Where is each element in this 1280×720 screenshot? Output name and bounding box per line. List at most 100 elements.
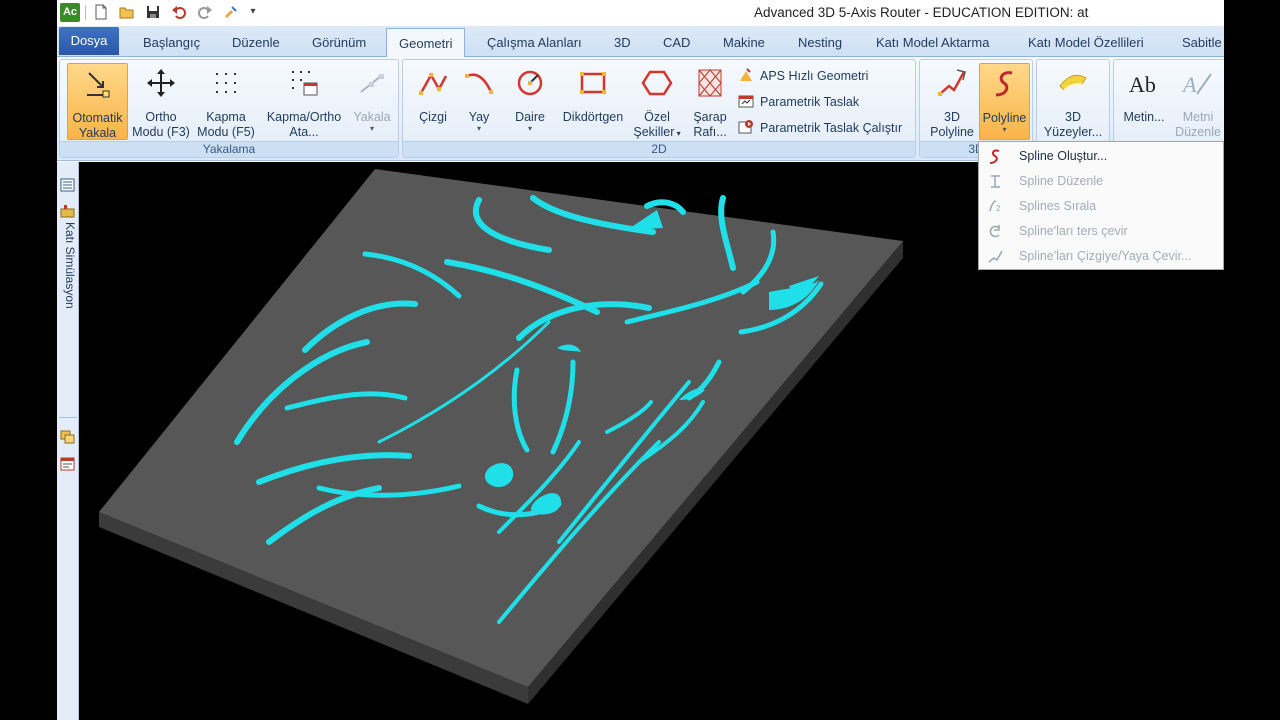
ribbon-tab-row: Dosya Başlangıç Düzenle Görünüm Geometri… [57, 26, 1224, 58]
tab-cad[interactable]: CAD [663, 28, 690, 57]
spline-reverse-icon [989, 225, 1000, 238]
spline-edit-icon [991, 175, 1000, 188]
arc-button[interactable]: Yay ▾ [459, 63, 499, 133]
app-logo: Ac [60, 3, 80, 22]
new-file-icon[interactable] [93, 4, 109, 20]
undo-icon[interactable] [171, 4, 187, 20]
rectangle-button[interactable]: Dikdörtgen [557, 63, 629, 125]
properties-list-icon[interactable] [60, 178, 75, 192]
special-shapes-label-1: Özel [644, 110, 670, 124]
special-shapes-arrow: ▾ [674, 129, 681, 138]
3d-polyline-label-2: Polyline [930, 125, 974, 139]
line-label: Çizgi [419, 110, 447, 124]
spline-sort-icon: 2 [989, 200, 1001, 213]
svg-text:A: A [1181, 72, 1197, 97]
tab-duzenle[interactable]: Düzenle [232, 28, 280, 57]
simulation-tool-icon[interactable] [60, 204, 75, 218]
redo-icon[interactable] [197, 4, 213, 20]
edit-text-icon: A [1181, 72, 1212, 97]
tab-sabitle[interactable]: Sabitle [1182, 28, 1222, 57]
line-button[interactable]: Çizgi [411, 63, 455, 125]
tab-gorunum[interactable]: Görünüm [312, 28, 366, 57]
run-parametric-sketch-icon [738, 120, 753, 134]
title-separator [85, 5, 86, 20]
spline-create-icon [989, 149, 1000, 164]
text-ab-icon: Ab [1129, 72, 1156, 97]
menu-item-spline-create[interactable]: Spline Oluştur... [979, 144, 1223, 169]
tab-kati-model-aktarma[interactable]: Katı Model Aktarma [876, 28, 989, 57]
solid-simulation-tab[interactable]: Katı Simülasyon [59, 222, 77, 309]
group-2d: Çizgi Yay ▾ Daire ▾ Dikdörtgen Özel Şeki… [402, 59, 916, 158]
3d-surfaces-button[interactable]: 3D Yüzeyler... [1041, 63, 1105, 140]
open-folder-icon[interactable] [119, 4, 135, 20]
wine-rack-label-1: Şarap [693, 110, 727, 124]
quick-access-more[interactable]: ▾ [245, 4, 261, 20]
edit-text-label-1: Metni [1182, 110, 1214, 124]
wine-rack-button[interactable]: Şarap Rafı... [687, 63, 733, 140]
arc-icon [465, 73, 493, 94]
left-side-panel: Katı Simülasyon [57, 162, 79, 720]
snap-dropdown-arrow: ▾ [369, 124, 374, 133]
polyline-dropdown-menu: Spline Oluştur... Spline Düzenle 2 Splin… [978, 141, 1224, 270]
3d-polyline-label-1: 3D [944, 110, 960, 124]
svg-text:Ab: Ab [1129, 72, 1156, 97]
parametric-sketch-label: Parametrik Taslak [760, 95, 860, 109]
3d-polyline-button[interactable]: 3D Polyline [925, 63, 979, 140]
menu-item-spline-edit[interactable]: Spline Düzenle [979, 169, 1223, 194]
tab-geometri[interactable]: Geometri [386, 28, 466, 58]
special-shapes-label-2: Şekiller [633, 125, 675, 139]
line-icon [419, 72, 448, 95]
edit-text-button[interactable]: A Metni Düzenle [1172, 63, 1224, 140]
arc-label: Yay [468, 110, 490, 124]
menu-label-spline-create: Spline Oluştur... [1019, 149, 1108, 163]
menu-item-spline-sort[interactable]: 2 Splines Sırala [979, 194, 1223, 219]
tab-nesting[interactable]: Nesting [798, 28, 842, 57]
run-parametric-sketch-label: Parametrik Taslak Çalıştır [760, 121, 903, 135]
paste-icon[interactable] [223, 4, 239, 20]
menu-label-spline-convert: Spline'ları Çizgiye/Yaya Çevir... [1019, 249, 1192, 263]
snap-button-disabled[interactable]: Yakala ▾ [348, 63, 396, 133]
circle-icon [517, 70, 543, 96]
rectangle-label: Dikdörtgen [562, 110, 624, 124]
auto-snap-icon [86, 72, 109, 98]
tab-baslangic[interactable]: Başlangıç [143, 28, 200, 57]
snap-ortho-label-2: Ata... [289, 125, 319, 139]
snap-grid-icon [216, 73, 236, 93]
menu-item-spline-reverse[interactable]: Spline'ları ters çevir [979, 219, 1223, 244]
text-button[interactable]: Ab Metin... [1118, 63, 1170, 125]
circle-button[interactable]: Daire ▾ [507, 63, 553, 133]
window-title: Advanced 3D 5-Axis Router - EDUCATION ED… [754, 5, 1089, 20]
3d-surfaces-label-2: Yüzeyler... [1043, 125, 1103, 139]
report-icon[interactable] [60, 457, 75, 471]
tab-makine[interactable]: Makine [723, 28, 765, 57]
parametric-sketch-button[interactable]: Parametrik Taslak [738, 91, 859, 113]
layers-icon[interactable] [60, 430, 75, 444]
menu-label-spline-edit: Spline Düzenle [1019, 174, 1104, 188]
snap-ortho-settings-icon [292, 71, 318, 96]
tab-kati-model-ozellileri[interactable]: Katı Model Özellileri [1028, 28, 1144, 57]
menu-item-spline-convert[interactable]: Spline'ları Çizgiye/Yaya Çevir... [979, 244, 1223, 269]
circle-dropdown-arrow: ▾ [527, 124, 532, 133]
tab-file[interactable]: Dosya [59, 27, 119, 55]
special-shapes-button[interactable]: Özel Şekiller ▾ [629, 63, 685, 141]
3d-polyline-icon [938, 69, 966, 96]
auto-snap-label-1: Otomatik [72, 111, 123, 125]
ortho-label-2: Modu (F3) [132, 125, 190, 139]
application-window: Ac ▾ Advanced 3D 5-Axis Router - EDUCATI… [57, 0, 1224, 720]
snap-mode-button[interactable]: Kapma Modu (F5) [194, 63, 258, 140]
run-parametric-sketch-button[interactable]: Parametrik Taslak Çalıştır [738, 117, 902, 139]
wine-rack-icon [698, 69, 722, 97]
save-icon[interactable] [145, 4, 161, 20]
ortho-mode-button[interactable]: Ortho Modu (F3) [130, 63, 192, 140]
snap-ortho-settings-button[interactable]: Kapma/Ortho Ata... [262, 63, 346, 140]
aps-quick-geometry-button[interactable]: APS Hızlı Geometri [738, 65, 868, 87]
ortho-label-1: Ortho [145, 110, 177, 124]
tab-3d[interactable]: 3D [614, 28, 631, 57]
snap-ortho-label-1: Kapma/Ortho [266, 110, 342, 124]
menu-label-spline-sort: Splines Sırala [1019, 199, 1097, 213]
polyline-button[interactable]: Polyline ▾ [979, 63, 1030, 140]
auto-snap-button[interactable]: Otomatik Yakala [67, 63, 128, 140]
tab-calisma-alanlari[interactable]: Çalışma Alanları [487, 28, 582, 57]
arc-dropdown-arrow: ▾ [476, 124, 481, 133]
3d-surface-icon [1059, 74, 1087, 91]
